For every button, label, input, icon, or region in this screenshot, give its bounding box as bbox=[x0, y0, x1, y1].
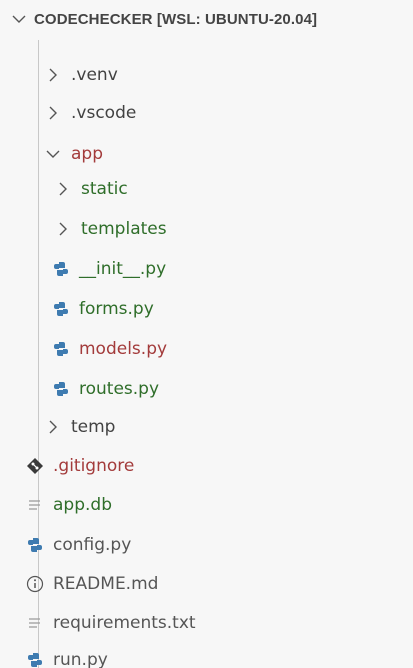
chevron-right-icon bbox=[54, 220, 72, 238]
info-icon bbox=[26, 575, 44, 593]
tree-item-label: static bbox=[81, 179, 128, 199]
tree-item-readme[interactable]: README.md bbox=[0, 564, 413, 604]
tree-item-label: __init__.py bbox=[79, 259, 167, 279]
tree-item-gitignore[interactable]: .gitignore bbox=[0, 446, 413, 486]
tree-item-run-py[interactable]: run.py bbox=[0, 640, 413, 668]
tree-item-label: .gitignore bbox=[53, 456, 135, 476]
tree-item-label: app.db bbox=[53, 495, 112, 515]
tree-item-vscode[interactable]: .vscode bbox=[0, 93, 413, 133]
chevron-down-icon bbox=[44, 145, 62, 163]
tree-item-init-py[interactable]: __init__.py bbox=[0, 249, 413, 289]
tree-item-label: config.py bbox=[53, 535, 132, 555]
tree-item-app-db[interactable]: app.db bbox=[0, 485, 413, 525]
explorer-root-header[interactable]: CODECHECKER [WSL: UBUNTU-20.04] bbox=[0, 0, 413, 38]
tree-item-label: routes.py bbox=[79, 379, 160, 399]
tree-item-label: temp bbox=[71, 417, 116, 437]
tree-item-templates[interactable]: templates bbox=[0, 209, 413, 249]
python-icon bbox=[52, 380, 70, 398]
python-icon bbox=[52, 300, 70, 318]
python-icon bbox=[52, 340, 70, 358]
file-explorer: CODECHECKER [WSL: UBUNTU-20.04] .venv .v… bbox=[0, 0, 413, 668]
python-icon bbox=[26, 651, 44, 668]
tree-item-label: requirements.txt bbox=[53, 613, 196, 633]
tree-item-forms-py[interactable]: forms.py bbox=[0, 289, 413, 329]
lines-icon bbox=[26, 496, 44, 514]
tree-item-label: models.py bbox=[79, 339, 168, 359]
tree-item-config-py[interactable]: config.py bbox=[0, 525, 413, 565]
tree-item-static[interactable]: static bbox=[0, 169, 413, 209]
chevron-right-icon bbox=[44, 104, 62, 122]
tree-item-label: run.py bbox=[53, 650, 108, 668]
chevron-right-icon bbox=[54, 180, 72, 198]
tree-item-routes-py[interactable]: routes.py bbox=[0, 369, 413, 409]
tree-item-app[interactable]: app bbox=[0, 134, 413, 174]
tree-item-label: app bbox=[71, 144, 103, 164]
python-icon bbox=[26, 536, 44, 554]
tree-item-label: README.md bbox=[53, 574, 159, 594]
tree-item-label: forms.py bbox=[79, 299, 154, 319]
lines-icon bbox=[26, 614, 44, 632]
tree-item-models-py[interactable]: models.py bbox=[0, 329, 413, 369]
tree-item-label: .vscode bbox=[71, 103, 137, 123]
python-icon bbox=[52, 260, 70, 278]
tree-item-temp[interactable]: temp bbox=[0, 407, 413, 447]
chevron-down-icon bbox=[10, 10, 28, 28]
chevron-right-icon bbox=[44, 418, 62, 436]
tree-item-requirements[interactable]: requirements.txt bbox=[0, 603, 413, 643]
git-icon bbox=[26, 457, 44, 475]
tree-item-venv[interactable]: .venv bbox=[0, 55, 413, 95]
tree-item-label: templates bbox=[81, 219, 167, 239]
tree-item-label: .venv bbox=[71, 65, 118, 85]
chevron-right-icon bbox=[44, 66, 62, 84]
explorer-root-label: CODECHECKER [WSL: UBUNTU-20.04] bbox=[34, 10, 318, 28]
